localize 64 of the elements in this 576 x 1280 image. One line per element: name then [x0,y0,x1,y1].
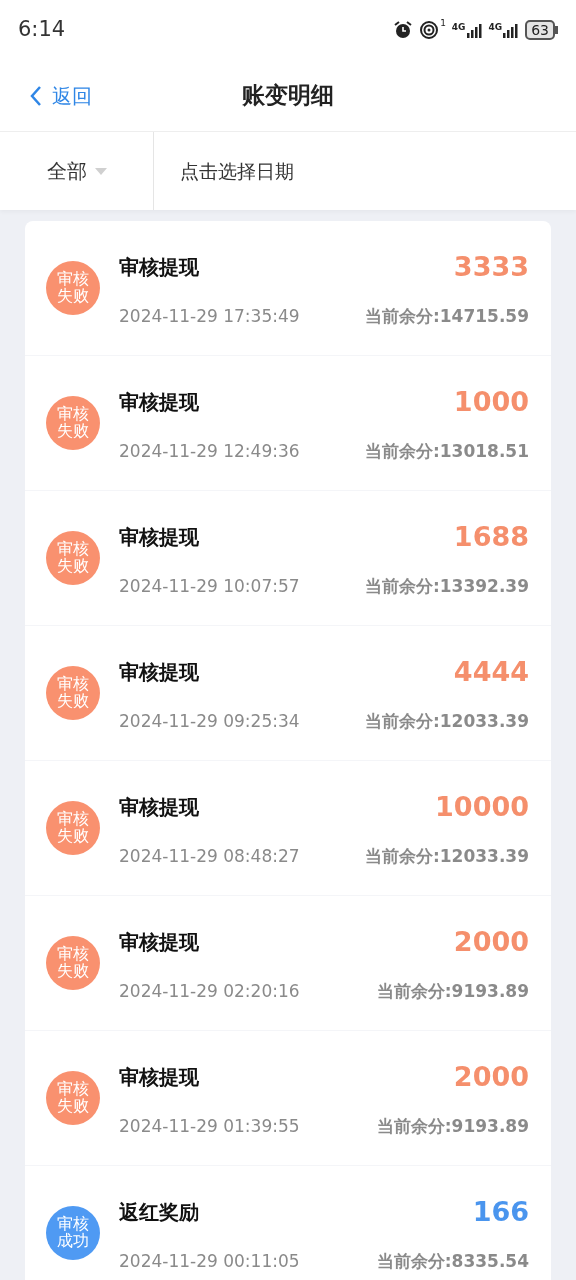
hotspot-icon [419,20,440,40]
record-amount: 166 [472,1194,529,1229]
status-time: 6:14 [18,16,66,44]
record-time: 2024-11-29 00:11:05 [119,1250,300,1273]
record-time: 2024-11-29 10:07:57 [119,575,300,598]
record-card[interactable]: 审核成功 返红奖励 166 2024-11-29 00:11:05 当前余分:8335.54 [25,1166,551,1280]
status-label: 审核失败 [57,406,89,440]
record-amount: 1000 [453,384,529,419]
record-balance: 当前余分:9193.89 [376,1115,529,1138]
record-card[interactable]: 审核失败 审核提现 3333 2024-11-29 17:35:49 当前余分:14715.59 [25,221,551,356]
record-card[interactable]: 审核失败 审核提现 1688 2024-11-29 10:07:57 当前余分:13392.39 [25,491,551,626]
record-balance: 当前余分:14715.59 [364,305,529,328]
caret-down-icon [94,167,107,175]
record-balance: 当前余分:12033.39 [364,845,529,868]
record-time: 2024-11-29 08:48:27 [119,845,300,868]
record-balance: 当前余分:12033.39 [364,710,529,733]
network-type: 4G [488,22,503,32]
record-time: 2024-11-29 02:20:16 [119,980,300,1003]
record-balance: 当前余分:13392.39 [364,575,529,598]
record-amount: 4444 [453,654,529,689]
status-label: 审核失败 [57,271,89,305]
status-label: 审核成功 [57,1216,89,1250]
record-title: 审核提现 [119,928,199,956]
record-title: 审核提现 [119,1063,199,1091]
record-amount: 1688 [453,519,529,554]
record-title: 审核提现 [119,388,199,416]
battery-level: 63 [525,20,555,40]
status-label: 审核失败 [57,1081,89,1115]
network-type: 4G [451,22,466,32]
record-time: 2024-11-29 17:35:49 [119,305,300,328]
record-card[interactable]: 审核失败 审核提现 10000 2024-11-29 08:48:27 当前余分:12033.39 [25,761,551,896]
date-picker-field[interactable]: 点击选择日期 [154,132,576,210]
signal-icon [466,23,483,38]
record-card[interactable]: 审核失败 审核提现 1000 2024-11-29 12:49:36 当前余分:13018.51 [25,356,551,491]
alarm-icon [393,20,414,40]
record-amount: 2000 [453,924,529,959]
record-balance: 当前余分:9193.89 [376,980,529,1003]
record-card[interactable]: 审核失败 审核提现 2000 2024-11-29 01:39:55 当前余分:9193.89 [25,1031,551,1166]
record-amount: 2000 [453,1059,529,1094]
page-title: 账变明细 [242,81,334,111]
record-title: 返红奖励 [119,1198,199,1226]
record-amount: 10000 [435,789,529,824]
record-time: 2024-11-29 01:39:55 [119,1115,300,1138]
chevron-left-icon [30,84,42,107]
record-card[interactable]: 审核失败 审核提现 2000 2024-11-29 02:20:16 当前余分:9193.89 [25,896,551,1031]
record-card[interactable]: 审核失败 审核提现 4444 2024-11-29 09:25:34 当前余分:12033.39 [25,626,551,761]
record-amount: 3333 [453,249,529,284]
type-dropdown[interactable]: 全部 [0,132,154,210]
back-button[interactable]: 返回 [30,80,92,111]
signal-icon [503,23,520,38]
status-label: 审核失败 [57,811,89,845]
record-time: 2024-11-29 09:25:34 [119,710,300,733]
status-label: 审核失败 [57,676,89,710]
record-title: 审核提现 [119,793,199,821]
battery-tip-icon [555,26,558,34]
record-title: 审核提现 [119,253,199,281]
status-label: 审核失败 [57,541,89,575]
record-title: 审核提现 [119,658,199,686]
status-label: 审核失败 [57,946,89,980]
record-balance: 当前余分:8335.54 [376,1250,529,1273]
record-balance: 当前余分:13018.51 [364,440,529,463]
sim-number: 1 [440,17,446,31]
record-title: 审核提现 [119,523,199,551]
record-time: 2024-11-29 12:49:36 [119,440,300,463]
